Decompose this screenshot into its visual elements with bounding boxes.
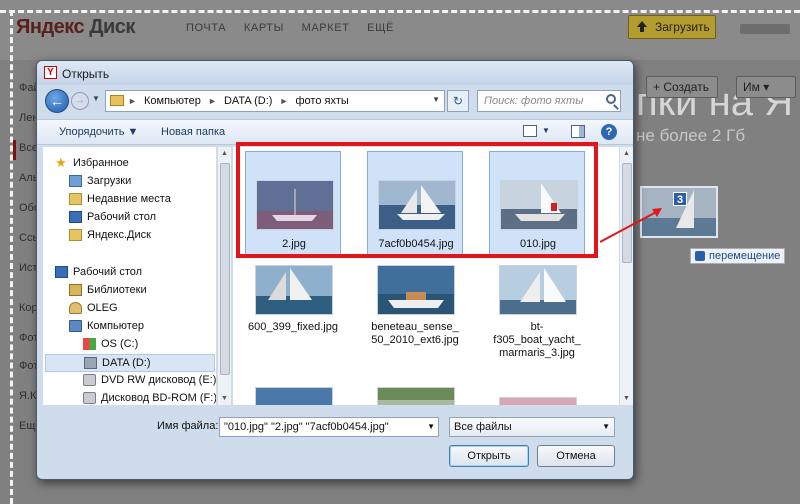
bd-drive-icon — [83, 392, 96, 404]
upload-button[interactable]: Загрузить — [628, 15, 716, 39]
upload-icon — [637, 21, 648, 33]
user-folder-icon — [69, 302, 82, 314]
scroll-up-arrow-icon[interactable]: ▲ — [623, 150, 630, 157]
drive-icon — [84, 357, 97, 369]
scroll-up-arrow-icon[interactable]: ▲ — [221, 150, 228, 157]
top-navigation: ПОЧТА КАРТЫ МАРКЕТ ЕЩЁ — [186, 22, 408, 34]
file-list-scrollbar[interactable]: ▲ ▼ — [619, 147, 633, 405]
recent-places-icon — [69, 193, 82, 205]
help-icon[interactable]: ? — [601, 124, 617, 140]
drop-zone-border-left — [10, 10, 13, 504]
navigation-scrollbar[interactable]: ▲ ▼ — [217, 147, 231, 405]
dialog-footer: Имя файла: "010.jpg" "2.jpg" "7acf0b0454… — [37, 405, 633, 479]
star-icon: ★ — [55, 155, 67, 170]
downloads-folder-icon — [69, 175, 82, 187]
scroll-down-arrow-icon[interactable]: ▼ — [623, 395, 630, 402]
recent-locations-dropdown[interactable]: ▼ — [92, 94, 100, 103]
folder-icon — [69, 229, 82, 241]
image-thumbnail — [377, 387, 455, 405]
dialog-titlebar[interactable]: Y Открыть — [37, 61, 633, 85]
refresh-button[interactable]: ↻ — [447, 90, 469, 112]
libraries-icon — [69, 284, 82, 296]
scroll-down-arrow-icon[interactable]: ▼ — [221, 395, 228, 402]
chevron-down-icon[interactable]: ▼ — [427, 422, 435, 431]
drag-move-tooltip: перемещение — [690, 248, 786, 264]
drag-count-badge: 3 — [673, 192, 687, 206]
nav-link-mail[interactable]: ПОЧТА — [186, 22, 226, 34]
open-file-dialog: Y Открыть ← → ▼ ► Компьютер ► DATA (D:) … — [36, 60, 634, 480]
desktop-icon — [55, 266, 68, 278]
file-item-partial[interactable] — [245, 383, 341, 405]
navigation-pane: ★ Избранное Загрузки Недавние места Рабо… — [43, 147, 217, 405]
address-bar[interactable]: ► Компьютер ► DATA (D:) ► фото яхты ▼ — [105, 90, 445, 112]
breadcrumb-computer[interactable]: Компьютер — [144, 95, 201, 107]
organize-menu[interactable]: Упорядочить ▼ — [59, 126, 138, 138]
image-thumbnail — [255, 265, 333, 315]
desktop-icon — [69, 211, 82, 223]
file-item-bt-f305-boat-jpg[interactable]: bt-f305_boat_yacht_marmaris_3.jpg — [489, 259, 585, 365]
filename-input[interactable]: "010.jpg" "2.jpg" "7acf0b0454.jpg" ▼ — [219, 417, 439, 437]
dvd-drive-icon — [83, 374, 96, 386]
search-input[interactable]: Поиск: фото яхты — [477, 90, 621, 112]
new-folder-button[interactable]: Новая папка — [161, 126, 225, 138]
page-subheading: не более 2 Гб — [636, 126, 746, 145]
windows-drive-icon — [83, 338, 96, 350]
folder-icon — [110, 95, 124, 106]
back-button[interactable]: ← — [45, 89, 69, 113]
file-type-select[interactable]: Все файлы ▼ — [449, 417, 615, 437]
move-arrow-icon — [695, 251, 705, 261]
open-button[interactable]: Открыть — [449, 445, 529, 467]
page-header: Яндекс Диск ПОЧТА КАРТЫ МАРКЕТ ЕЩЁ Загру… — [0, 0, 800, 60]
nav-link-market[interactable]: МАРКЕТ — [302, 22, 350, 34]
forward-button[interactable]: → — [71, 92, 89, 110]
image-thumbnail — [255, 387, 333, 405]
nav-drive-d[interactable]: DATA (D:) — [45, 354, 215, 372]
create-button[interactable]: + Создать — [646, 76, 718, 98]
cancel-button[interactable]: Отмена — [537, 445, 615, 467]
sidebar-active-marker — [13, 140, 16, 160]
yandex-disk-logo[interactable]: Яндекс Диск — [16, 16, 135, 39]
chevron-down-icon: ▼ — [602, 422, 610, 431]
filename-label: Имя файла: — [157, 420, 219, 432]
image-thumbnail — [499, 397, 577, 405]
breadcrumb-data-drive[interactable]: DATA (D:) — [224, 95, 272, 107]
file-item-600-399-fixed-jpg[interactable]: 600_399_fixed.jpg — [245, 259, 341, 365]
drop-zone-border-top — [0, 10, 800, 13]
view-options-dropdown[interactable]: ▼ — [542, 126, 550, 135]
nav-link-maps[interactable]: КАРТЫ — [244, 22, 284, 34]
image-thumbnail — [499, 265, 577, 315]
selection-highlight-box — [236, 142, 598, 258]
nav-link-more[interactable]: ЕЩЁ — [367, 22, 394, 34]
dialog-title: Открыть — [62, 67, 110, 81]
computer-icon — [69, 320, 82, 332]
breadcrumb: ► Компьютер ► DATA (D:) ► фото яхты — [128, 95, 349, 107]
file-item-beneteau-sense-jpg[interactable]: beneteau_sense_50_2010_ext6.jpg — [367, 259, 463, 365]
breadcrumb-yacht-photos[interactable]: фото яхты — [296, 95, 349, 107]
search-icon — [606, 94, 616, 104]
preview-pane-icon[interactable] — [571, 125, 585, 138]
change-view-icon[interactable] — [523, 125, 537, 137]
address-row: ← → ▼ ► Компьютер ► DATA (D:) ► фото яхт… — [37, 87, 633, 117]
scrollbar-thumb[interactable] — [220, 163, 230, 375]
user-menu[interactable] — [740, 24, 790, 34]
address-dropdown-icon[interactable]: ▼ — [432, 95, 440, 104]
yandex-app-icon: Y — [44, 66, 57, 79]
sort-dropdown[interactable]: Им ▾ — [736, 76, 796, 98]
annotation-arrow-icon — [600, 208, 662, 243]
file-item-partial[interactable] — [367, 383, 463, 405]
image-thumbnail — [377, 265, 455, 315]
file-item-partial[interactable] — [489, 383, 585, 405]
